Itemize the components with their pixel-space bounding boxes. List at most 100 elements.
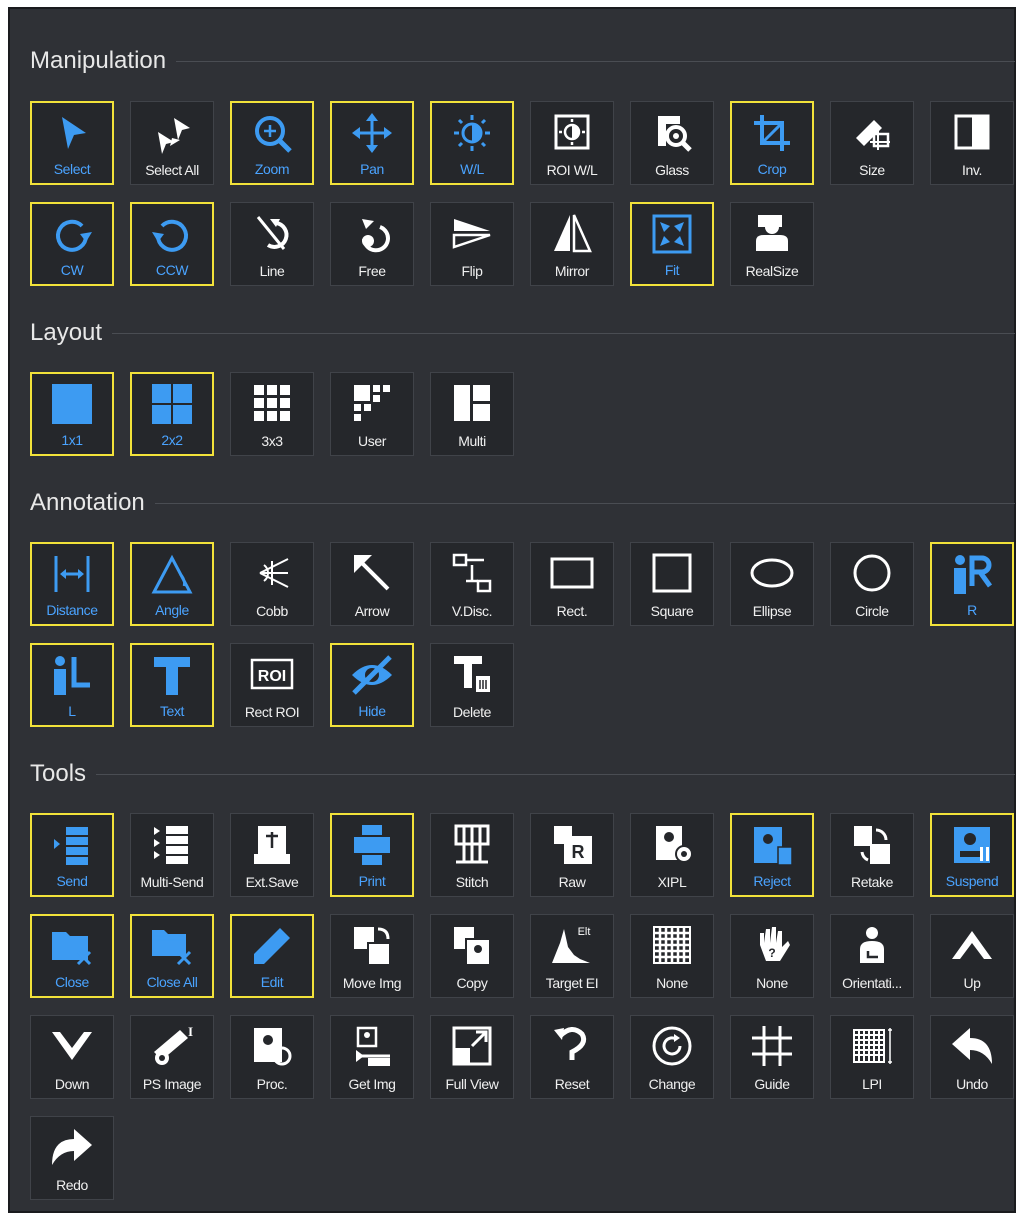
tools-button-copy[interactable]: Copy bbox=[430, 914, 514, 998]
tools-button-close[interactable]: Close bbox=[30, 914, 114, 998]
target-ei-icon: Elt bbox=[531, 923, 613, 967]
tools-button-move-img[interactable]: Move Img bbox=[330, 914, 414, 998]
tools-button-print[interactable]: Print bbox=[330, 813, 414, 897]
manipulation-button-glass[interactable]: Glass bbox=[630, 101, 714, 185]
button-label: Close bbox=[55, 974, 89, 990]
manipulation-button-flip[interactable]: Flip bbox=[430, 202, 514, 286]
chevron-down-icon bbox=[31, 1024, 113, 1068]
button-label: RealSize bbox=[745, 263, 799, 279]
annotation-button-square[interactable]: Square bbox=[630, 542, 714, 626]
get-image-icon bbox=[331, 1024, 413, 1068]
tools-button-change[interactable]: Change bbox=[630, 1015, 714, 1099]
manipulation-button-size[interactable]: Size bbox=[830, 101, 914, 185]
undo-icon bbox=[931, 1024, 1013, 1068]
layout-button-user[interactable]: User bbox=[330, 372, 414, 456]
manipulation-button-ccw[interactable]: CCW bbox=[130, 202, 214, 286]
tools-button-close-all[interactable]: Close All bbox=[130, 914, 214, 998]
annotation-button-r[interactable]: R bbox=[930, 542, 1014, 626]
button-label: Multi bbox=[458, 433, 486, 449]
tools-button-reject[interactable]: Reject bbox=[730, 813, 814, 897]
tools-button-raw[interactable]: R Raw bbox=[530, 813, 614, 897]
tools-button-send[interactable]: Send bbox=[30, 813, 114, 897]
manipulation-button-roi-w-l[interactable]: ROI W/L bbox=[530, 101, 614, 185]
layout-button-3x3[interactable]: 3x3 bbox=[230, 372, 314, 456]
tools-button-suspend[interactable]: Suspend bbox=[930, 813, 1014, 897]
annotation-button-cobb[interactable]: Cobb bbox=[230, 542, 314, 626]
button-label: Stitch bbox=[455, 874, 489, 890]
tools-button-up[interactable]: Up bbox=[930, 914, 1014, 998]
manipulation-button-free[interactable]: Free bbox=[330, 202, 414, 286]
tools-button-target-ei[interactable]: Elt Target EI bbox=[530, 914, 614, 998]
annotation-button-l[interactable]: L bbox=[30, 643, 114, 727]
manipulation-button-fit[interactable]: Fit bbox=[630, 202, 714, 286]
tools-button-redo[interactable]: Redo bbox=[30, 1116, 114, 1200]
button-label: Orientati... bbox=[842, 975, 902, 991]
rectangle-icon bbox=[531, 551, 613, 595]
button-label: XIPL bbox=[657, 874, 687, 890]
button-label: Change bbox=[648, 1076, 696, 1092]
section-title-tools: Tools bbox=[30, 760, 87, 787]
button-label: Ext.Save bbox=[245, 874, 299, 890]
manipulation-button-inv[interactable]: Inv. bbox=[930, 101, 1014, 185]
annotation-button-rect-roi[interactable]: ROI Rect ROI bbox=[230, 643, 314, 727]
crop-icon bbox=[732, 111, 812, 155]
manipulation-button-realsize[interactable]: RealSize bbox=[730, 202, 814, 286]
tools-button-xipl[interactable]: XIPL bbox=[630, 813, 714, 897]
tools-button-edit[interactable]: Edit bbox=[230, 914, 314, 998]
distance-icon bbox=[32, 552, 112, 596]
manipulation-button-cw[interactable]: CW bbox=[30, 202, 114, 286]
annotation-button-arrow[interactable]: Arrow bbox=[330, 542, 414, 626]
manipulation-button-crop[interactable]: Crop bbox=[730, 101, 814, 185]
select-all-icon bbox=[131, 110, 213, 154]
annotation-button-distance[interactable]: Distance bbox=[30, 542, 114, 626]
annotation-button-circle[interactable]: Circle bbox=[830, 542, 914, 626]
manipulation-button-grid: Select Select All Zoom Pan W/L ROI W/L Glass Cr… bbox=[30, 101, 1014, 286]
manipulation-button-mirror[interactable]: Mirror bbox=[530, 202, 614, 286]
button-label: Delete bbox=[452, 704, 492, 720]
section-divider bbox=[176, 60, 1015, 62]
annotation-button-ellipse[interactable]: Ellipse bbox=[730, 542, 814, 626]
tools-button-orientati[interactable]: Orientati... bbox=[830, 914, 914, 998]
tools-button-none-16[interactable]: None bbox=[630, 914, 714, 998]
section-divider bbox=[96, 773, 1015, 775]
manipulation-button-pan[interactable]: Pan bbox=[330, 101, 414, 185]
manipulation-button-select[interactable]: Select bbox=[30, 101, 114, 185]
tools-button-ext-save[interactable]: Ext.Save bbox=[230, 813, 314, 897]
tools-button-get-img[interactable]: Get Img bbox=[330, 1015, 414, 1099]
annotation-button-text[interactable]: Text bbox=[130, 643, 214, 727]
tools-button-full-view[interactable]: Full View bbox=[430, 1015, 514, 1099]
tools-button-stitch[interactable]: Stitch bbox=[430, 813, 514, 897]
tools-button-down[interactable]: Down bbox=[30, 1015, 114, 1099]
tools-button-guide[interactable]: Guide bbox=[730, 1015, 814, 1099]
annotation-button-angle[interactable]: Angle bbox=[130, 542, 214, 626]
copy-icon bbox=[431, 923, 513, 967]
tools-button-multi-send[interactable]: Multi-Send bbox=[130, 813, 214, 897]
button-label: Up bbox=[963, 975, 981, 991]
button-label: Distance bbox=[46, 602, 98, 618]
manipulation-button-zoom[interactable]: Zoom bbox=[230, 101, 314, 185]
annotation-button-hide[interactable]: Hide bbox=[330, 643, 414, 727]
button-label: Size bbox=[859, 162, 885, 178]
layout-button-1x1[interactable]: 1x1 bbox=[30, 372, 114, 456]
tools-button-proc[interactable]: Proc. bbox=[230, 1015, 314, 1099]
layout-button-2x2[interactable]: 2x2 bbox=[130, 372, 214, 456]
layout-button-multi[interactable]: Multi bbox=[430, 372, 514, 456]
manipulation-button-line[interactable]: Line bbox=[230, 202, 314, 286]
manipulation-button-select-all[interactable]: Select All bbox=[130, 101, 214, 185]
tools-button-reset[interactable]: Reset bbox=[530, 1015, 614, 1099]
tools-button-lpi[interactable]: LPI bbox=[830, 1015, 914, 1099]
roi-window-level-icon bbox=[531, 110, 613, 154]
annotation-button-delete[interactable]: Delete bbox=[430, 643, 514, 727]
annotation-button-v-disc[interactable]: V.Disc. bbox=[430, 542, 514, 626]
button-label: Down bbox=[54, 1076, 90, 1092]
tools-button-ps-image[interactable]: I PS Image bbox=[130, 1015, 214, 1099]
xipl-icon bbox=[631, 822, 713, 866]
layout-button-grid: 1x1 2x2 3x3 User Multi bbox=[30, 372, 1014, 456]
tools-button-retake[interactable]: Retake bbox=[830, 813, 914, 897]
section-title-annotation: Annotation bbox=[30, 489, 145, 516]
tools-button-none-17[interactable]: ? None bbox=[730, 914, 814, 998]
section-header-layout: Layout bbox=[30, 319, 1015, 347]
tools-button-undo[interactable]: Undo bbox=[930, 1015, 1014, 1099]
annotation-button-rect[interactable]: Rect. bbox=[530, 542, 614, 626]
manipulation-button-w-l[interactable]: W/L bbox=[430, 101, 514, 185]
